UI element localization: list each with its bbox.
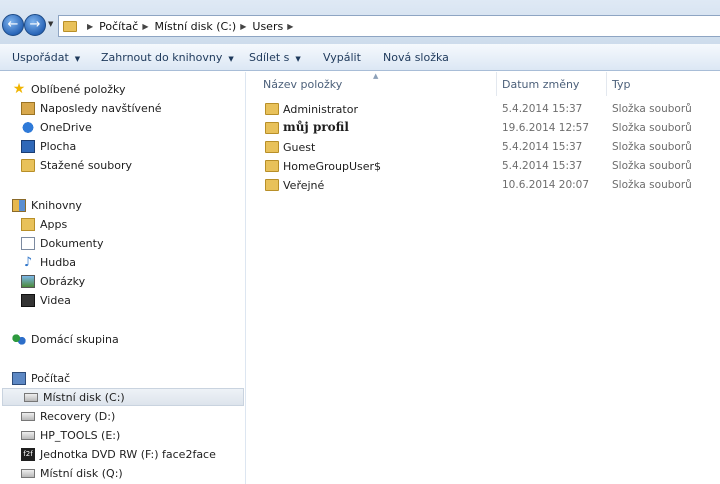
organize-button[interactable]: Uspořádat ▼ xyxy=(12,51,80,64)
file-date: 5.4.2014 15:37 xyxy=(502,141,583,153)
file-type: Složka souborů xyxy=(612,179,692,191)
nav-item-apps[interactable]: Apps xyxy=(21,215,67,233)
nav-item-onedrive[interactable]: OneDrive xyxy=(21,118,92,136)
file-name: Guest xyxy=(283,141,316,154)
nav-item-videos[interactable]: Videa xyxy=(21,291,71,309)
chevron-right-icon[interactable]: ▶ xyxy=(142,22,148,31)
file-date: 19.6.2014 12:57 xyxy=(502,122,590,134)
include-in-library-button[interactable]: Zahrnout do knihovny ▼ xyxy=(101,51,234,64)
homegroup-icon xyxy=(12,332,26,346)
folder-icon xyxy=(265,122,279,134)
nav-item-local-disk-c[interactable]: Místní disk (C:) xyxy=(2,388,244,406)
burn-button[interactable]: Vypálit xyxy=(323,51,361,64)
file-type: Složka souborů xyxy=(612,160,692,172)
nav-item-hp-tools-e[interactable]: HP_TOOLS (E:) xyxy=(21,426,120,444)
chevron-down-icon: ▼ xyxy=(74,55,81,63)
breadcrumb-users[interactable]: Users xyxy=(252,20,283,33)
file-row-my-profile[interactable]: můj profil 19.6.2014 12:57 Složka soubor… xyxy=(261,119,720,138)
chevron-right-icon[interactable]: ▶ xyxy=(287,22,293,31)
file-row-guest[interactable]: Guest 5.4.2014 15:37 Složka souborů xyxy=(261,138,720,157)
share-with-button[interactable]: Sdílet s ▼ xyxy=(249,51,301,64)
folder-icon xyxy=(265,160,279,172)
nav-item-recovery-d[interactable]: Recovery (D:) xyxy=(21,407,115,425)
file-date: 5.4.2014 15:37 xyxy=(502,160,583,172)
music-note-icon: ♪ xyxy=(23,254,33,270)
navigation-pane: ★ Oblíbené položky Naposledy navštívené … xyxy=(0,72,246,484)
command-bar: Uspořádat ▼ Zahrnout do knihovny ▼ Sdílet … xyxy=(0,44,720,71)
arrow-right-icon: → xyxy=(29,17,41,32)
nav-item-pictures[interactable]: Obrázky xyxy=(21,272,85,290)
libraries-icon xyxy=(12,198,26,212)
folder-icon xyxy=(265,103,279,115)
nav-computer[interactable]: Počítač xyxy=(12,369,70,387)
new-folder-button[interactable]: Nová složka xyxy=(383,51,449,64)
video-icon xyxy=(21,293,35,307)
nav-homegroup[interactable]: Domácí skupina xyxy=(12,330,119,348)
chevron-down-icon: ▼ xyxy=(295,55,301,63)
apps-library-icon xyxy=(21,217,35,231)
file-name: Veřejné xyxy=(283,179,325,192)
file-name: můj profil xyxy=(283,120,349,134)
file-list-pane: ▲ Název položky Datum změny Typ Administ… xyxy=(247,72,720,484)
forward-button[interactable]: → xyxy=(24,14,46,36)
file-type: Složka souborů xyxy=(612,122,692,134)
recent-pages-dropdown-icon[interactable]: ▼ xyxy=(48,20,53,28)
folder-icon xyxy=(63,20,77,32)
nav-item-desktop[interactable]: Plocha xyxy=(21,137,76,155)
file-row-administrator[interactable]: Administrator 5.4.2014 15:37 Složka soub… xyxy=(261,100,720,119)
document-icon xyxy=(21,236,35,250)
picture-icon xyxy=(21,274,35,288)
nav-favorites[interactable]: ★ Oblíbené položky xyxy=(12,80,126,98)
file-date: 10.6.2014 20:07 xyxy=(502,179,590,191)
file-type: Složka souborů xyxy=(612,141,692,153)
nav-item-music[interactable]: ♪ Hudba xyxy=(21,253,76,271)
back-button[interactable]: ← xyxy=(2,14,24,36)
hard-drive-icon xyxy=(21,468,35,478)
hard-drive-icon xyxy=(21,430,35,440)
sort-ascending-icon: ▲ xyxy=(373,72,379,80)
file-row-homegroupuser[interactable]: HomeGroupUser$ 5.4.2014 15:37 Složka sou… xyxy=(261,157,720,176)
star-icon: ★ xyxy=(12,80,26,97)
folder-icon xyxy=(265,141,279,153)
downloads-folder-icon xyxy=(21,158,35,172)
column-divider[interactable] xyxy=(606,72,607,96)
hard-drive-icon xyxy=(21,411,35,421)
nav-item-documents[interactable]: Dokumenty xyxy=(21,234,103,252)
computer-icon xyxy=(12,371,26,385)
breadcrumb-local-disk[interactable]: Místní disk (C:) xyxy=(155,20,237,33)
recent-places-icon xyxy=(21,101,35,115)
file-date: 5.4.2014 15:37 xyxy=(502,103,583,115)
chevron-down-icon: ▼ xyxy=(228,55,234,63)
dvd-drive-icon: f2f xyxy=(21,447,35,461)
column-divider[interactable] xyxy=(496,72,497,96)
nav-item-dvd-f[interactable]: f2f Jednotka DVD RW (F:) face2face xyxy=(21,445,216,463)
arrow-left-icon: ← xyxy=(7,17,19,32)
column-header-type[interactable]: Typ xyxy=(612,78,631,91)
nav-libraries[interactable]: Knihovny xyxy=(12,196,82,214)
desktop-icon xyxy=(21,139,35,153)
column-header-date[interactable]: Datum změny xyxy=(502,78,579,91)
file-name: HomeGroupUser$ xyxy=(283,160,382,173)
chevron-right-icon[interactable]: ▶ xyxy=(87,22,93,31)
folder-icon xyxy=(265,179,279,191)
address-bar-region: ← → ▼ ▶ Počítač ▶ Místní disk (C:) ▶ Use… xyxy=(0,0,720,44)
file-row-public[interactable]: Veřejné 10.6.2014 20:07 Složka souborů xyxy=(261,176,720,195)
nav-item-downloads[interactable]: Stažené soubory xyxy=(21,156,132,174)
file-type: Složka souborů xyxy=(612,103,692,115)
cloud-icon xyxy=(21,120,35,134)
chevron-right-icon[interactable]: ▶ xyxy=(240,22,246,31)
file-name: Administrator xyxy=(283,103,358,116)
nav-item-recent-places[interactable]: Naposledy navštívené xyxy=(21,99,162,117)
nav-item-local-disk-q[interactable]: Místní disk (Q:) xyxy=(21,464,123,482)
breadcrumb-computer[interactable]: Počítač xyxy=(99,20,138,33)
hard-drive-icon xyxy=(24,392,38,402)
column-header-name[interactable]: Název položky xyxy=(263,78,342,91)
address-bar[interactable]: ▶ Počítač ▶ Místní disk (C:) ▶ Users ▶ xyxy=(58,15,720,37)
